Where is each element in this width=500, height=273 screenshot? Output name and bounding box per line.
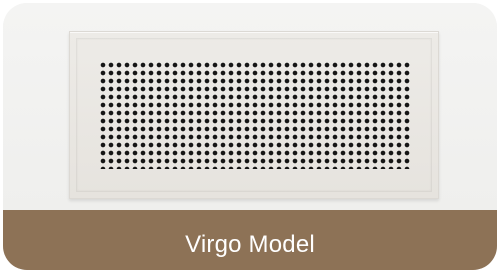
vent-grille-image	[69, 31, 439, 199]
product-photo	[3, 3, 497, 210]
product-card[interactable]: Virgo Model	[3, 3, 497, 270]
perforated-grille	[99, 61, 411, 169]
product-title: Virgo Model	[185, 231, 315, 258]
